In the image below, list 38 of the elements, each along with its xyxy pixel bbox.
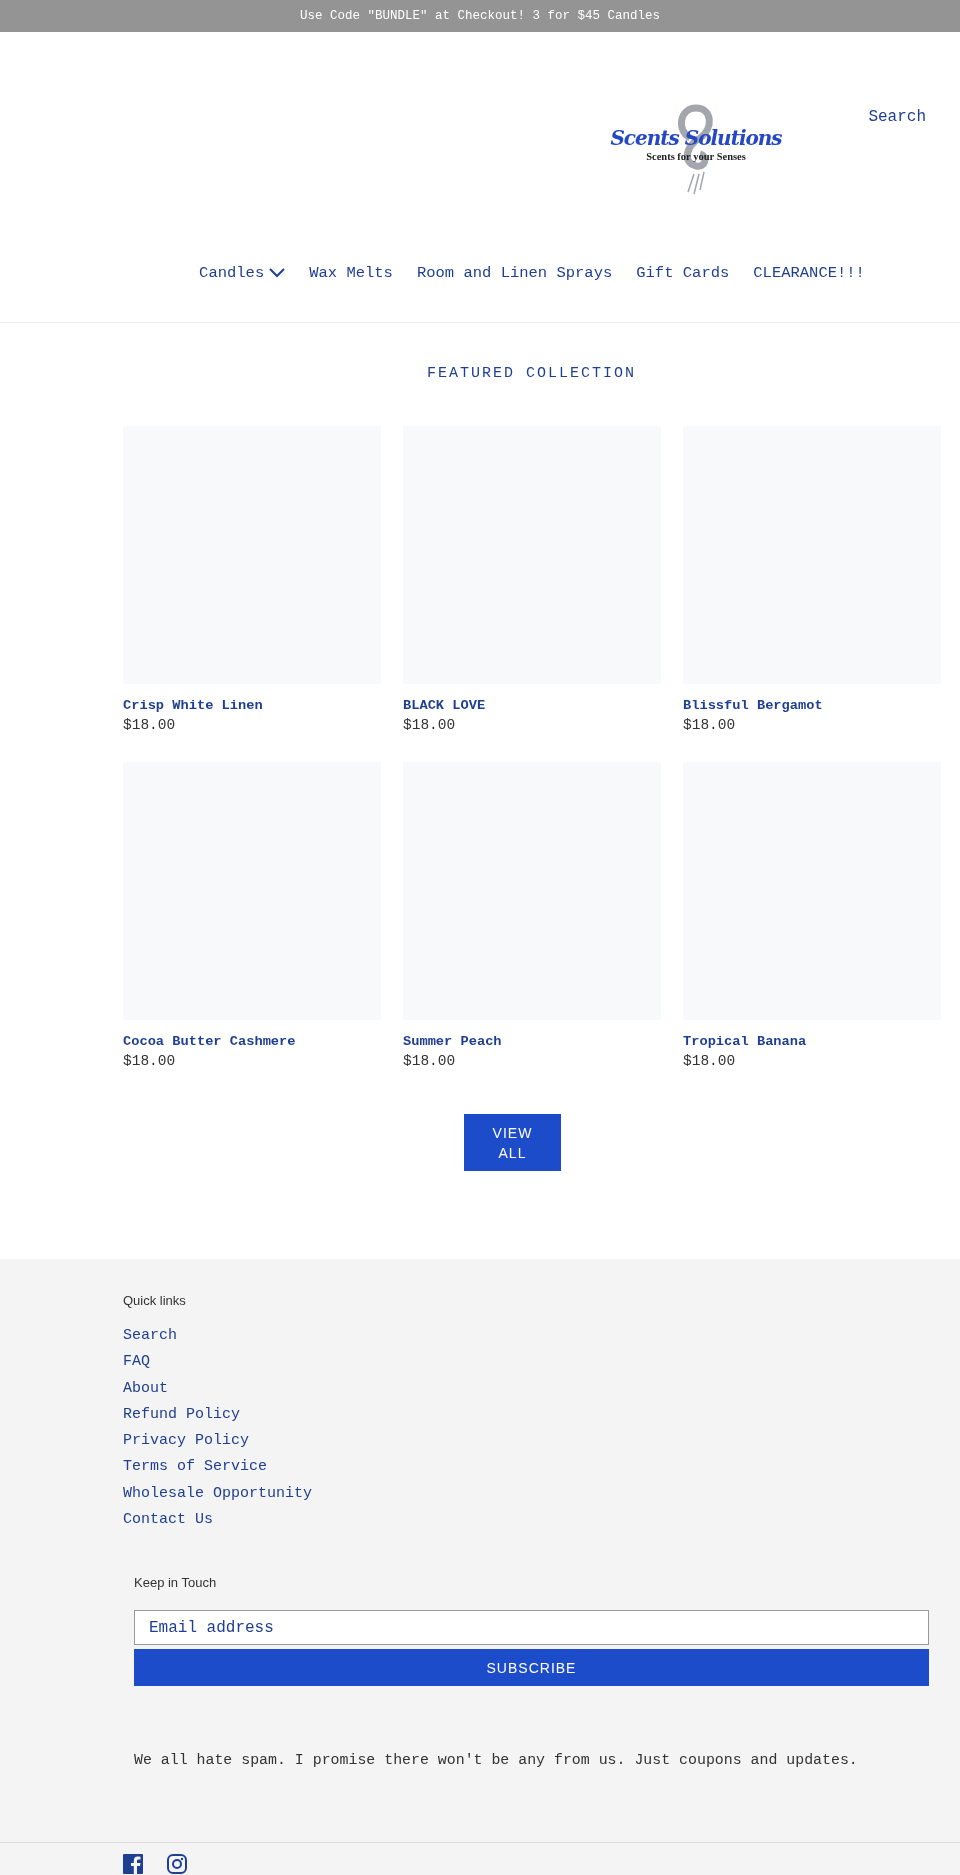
product-price: $18.00 [123, 717, 176, 733]
product-title[interactable]: Summer Peach [403, 1034, 502, 1049]
footer-link[interactable]: Search [123, 1327, 177, 1344]
view-all-button[interactable]: VIEW ALL [464, 1114, 561, 1171]
logo-tagline: Scents for your Senses [646, 151, 746, 162]
footer-link[interactable]: Wholesale Opportunity [123, 1484, 313, 1502]
product-title[interactable]: Blissful Bergamot [683, 698, 823, 713]
footer-link[interactable]: FAQ [123, 1353, 150, 1371]
footer-link[interactable]: About [123, 1379, 168, 1397]
footer-heading: Quick links [123, 1293, 187, 1308]
product-price: $18.00 [683, 1053, 736, 1069]
footer-link[interactable]: Privacy Policy [123, 1432, 250, 1450]
nav-link[interactable]: Candles [199, 264, 286, 282]
product-price: $18.00 [403, 717, 456, 733]
nav-link[interactable]: CLEARANCE!!! [753, 264, 865, 282]
product-title[interactable]: BLACK LOVE [403, 698, 486, 713]
logo-title: Scents Solutions [610, 126, 782, 150]
footer-link[interactable]: Refund Policy [123, 1405, 241, 1423]
search-link[interactable]: Search [868, 108, 926, 126]
nav-link[interactable]: Room and Linen Sprays [416, 264, 613, 282]
email-field[interactable]: Email address [134, 1610, 929, 1646]
product-title[interactable]: Cocoa Butter Cashmere [123, 1034, 296, 1049]
facebook-icon[interactable] [123, 1854, 143, 1875]
footer-link[interactable]: Terms of Service [123, 1458, 268, 1476]
footer-heading: Keep in Touch [134, 1575, 218, 1591]
section-title: FEATURED COLLECTION [426, 365, 637, 382]
product-price: $18.00 [683, 717, 736, 733]
product-price: $18.00 [123, 1053, 176, 1069]
nav-link[interactable]: Gift Cards [636, 264, 730, 282]
product-title[interactable]: Tropical Banana [683, 1034, 807, 1049]
footer-link[interactable]: Contact Us [123, 1511, 213, 1529]
instagram-icon[interactable] [167, 1854, 187, 1875]
nav-link[interactable]: Wax Melts [309, 264, 393, 282]
newsletter-note: We all hate spam. I promise there won't be any from us. Just coupons and updates. [134, 1752, 859, 1769]
announcement-text: Use Code "BUNDLE" at Checkout! 3 for $45 Candles [299, 9, 661, 23]
subscribe-button[interactable]: SUBSCRIBE [134, 1649, 929, 1687]
product-title[interactable]: Crisp White Linen [123, 698, 263, 713]
product-price: $18.00 [403, 1053, 456, 1069]
